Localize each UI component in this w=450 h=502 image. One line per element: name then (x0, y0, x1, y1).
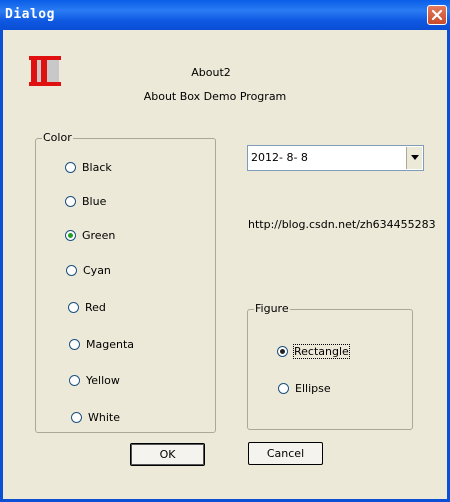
radio-circle (71, 412, 82, 423)
radio-circle (278, 383, 289, 394)
radio-cyan[interactable]: Cyan (66, 264, 111, 277)
about-title: About2 (191, 66, 231, 79)
radio-circle (69, 339, 80, 350)
radio-label: Yellow (86, 374, 120, 387)
radio-magenta[interactable]: Magenta (69, 338, 134, 351)
date-picker[interactable]: 2012- 8- 8 (247, 145, 424, 171)
color-groupbox: Color (35, 131, 216, 433)
color-group-label: Color (42, 131, 73, 144)
close-icon (431, 9, 443, 21)
radio-circle (65, 196, 76, 207)
about-subtitle: About Box Demo Program (143, 90, 287, 103)
radio-circle (277, 346, 288, 357)
radio-label: Blue (82, 195, 107, 208)
radio-yellow[interactable]: Yellow (69, 374, 120, 387)
close-button[interactable] (427, 5, 447, 25)
cancel-button[interactable]: Cancel (248, 442, 323, 465)
radio-label: Green (82, 229, 116, 242)
radio-label: White (88, 411, 120, 424)
figure-groupbox: Figure (247, 302, 413, 430)
chevron-down-icon (411, 155, 419, 160)
radio-white[interactable]: White (71, 411, 120, 424)
title-bar[interactable]: Dialog (0, 0, 450, 30)
radio-rectangle[interactable]: Rectangle (277, 344, 350, 359)
window-title: Dialog (5, 7, 55, 22)
radio-label: Red (85, 301, 106, 314)
radio-black[interactable]: Black (65, 161, 112, 174)
radio-blue[interactable]: Blue (65, 195, 106, 208)
radio-label: Rectangle (293, 344, 350, 359)
figure-group-label: Figure (254, 302, 290, 315)
radio-green[interactable]: Green (65, 229, 115, 242)
radio-label: Black (82, 161, 112, 174)
radio-circle (66, 265, 77, 276)
radio-circle (68, 302, 79, 313)
radio-label: Cyan (83, 264, 111, 277)
radio-circle (65, 162, 76, 173)
ok-button[interactable]: OK (130, 443, 205, 466)
date-value: 2012- 8- 8 (251, 151, 308, 164)
date-dropdown-button[interactable] (406, 147, 422, 169)
url-text: http://blog.csdn.net/zh634455283 (248, 218, 436, 231)
radio-ellipse[interactable]: Ellipse (278, 382, 331, 395)
radio-label: Magenta (86, 338, 135, 351)
radio-label: Ellipse (295, 382, 331, 395)
radio-circle (65, 230, 76, 241)
radio-red[interactable]: Red (68, 301, 106, 314)
radio-circle (69, 375, 80, 386)
